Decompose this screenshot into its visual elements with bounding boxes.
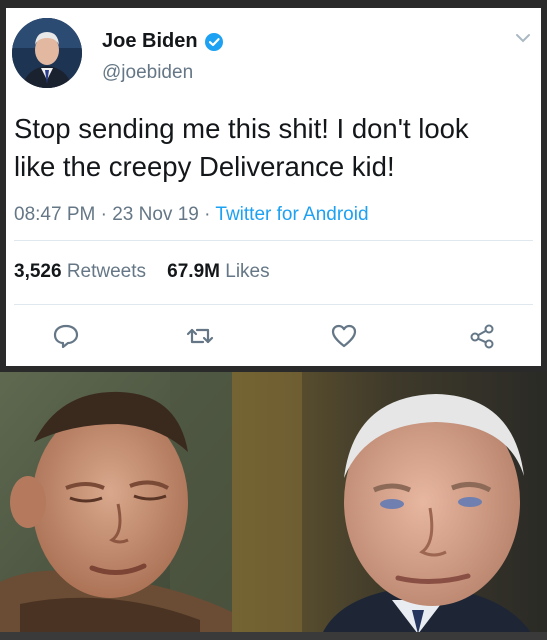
verified-badge-icon: [204, 32, 223, 51]
photo-left: [0, 372, 232, 634]
avatar[interactable]: [12, 18, 82, 88]
meta-separator: ·: [95, 204, 113, 225]
profile-photo-icon: [12, 18, 82, 88]
author-name[interactable]: Joe Biden: [102, 30, 198, 53]
retweet-icon[interactable]: [186, 322, 214, 350]
chevron-down-icon[interactable]: [515, 32, 531, 44]
likes-label: Likes: [225, 261, 270, 282]
likes-count: 67.9M: [167, 261, 220, 282]
tweet-text-line-2: like the creepy Deliverance kid!: [14, 151, 395, 182]
retweets-stat[interactable]: 3,526 Retweets: [14, 261, 146, 282]
tweet-text: Stop sending me this shit! I don't look …: [14, 110, 534, 186]
like-icon[interactable]: [330, 322, 358, 350]
share-icon[interactable]: [468, 322, 496, 350]
tweet-meta: 08:47 PM · 23 Nov 19 · Twitter for Andro…: [14, 204, 369, 226]
tweet-text-line-1: Stop sending me this shit! I don't look: [14, 113, 469, 144]
divider: [14, 304, 533, 305]
meta-separator: ·: [198, 204, 216, 225]
author-handle[interactable]: @joebiden: [102, 62, 193, 84]
bottom-bar: [0, 632, 547, 640]
meme-frame: Joe Biden @joebiden Stop sending me this…: [0, 0, 547, 640]
author-name-row[interactable]: Joe Biden: [102, 30, 224, 53]
tweet-source-link[interactable]: Twitter for Android: [215, 204, 368, 225]
divider: [14, 240, 533, 241]
likes-stat[interactable]: 67.9M Likes: [167, 261, 269, 282]
tweet-time: 08:47 PM: [14, 204, 96, 225]
retweets-count: 3,526: [14, 261, 62, 282]
retweets-label: Retweets: [66, 261, 147, 282]
tweet-stats: 3,526 Retweets 67.9M Likes: [14, 261, 270, 283]
tweet-card: Joe Biden @joebiden Stop sending me this…: [6, 8, 541, 366]
man-portrait-image: [232, 372, 547, 634]
reply-icon[interactable]: [52, 322, 80, 350]
tweet-date: 23 Nov 19: [112, 204, 199, 225]
photo-right: [232, 372, 547, 634]
boy-portrait-image: [0, 372, 232, 634]
